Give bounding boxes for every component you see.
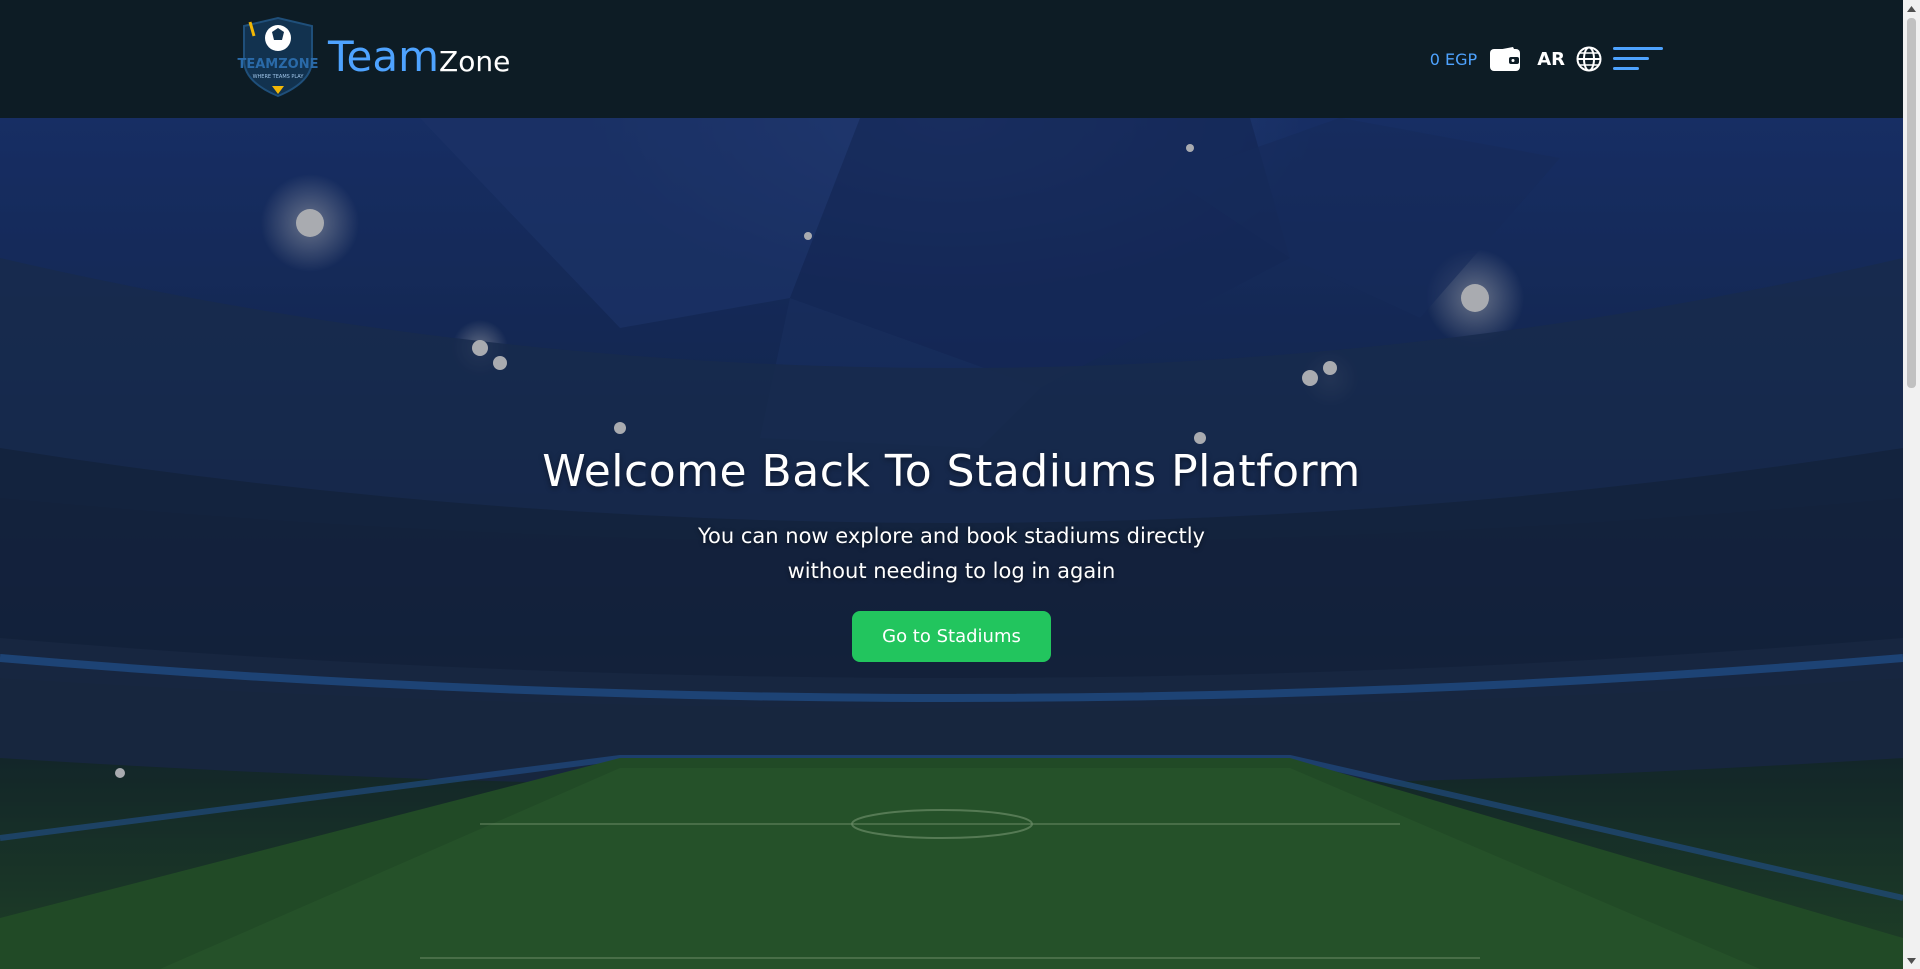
hero-subtitle-line-2: without needing to log in again <box>787 559 1116 583</box>
hero-content: Welcome Back To Stadiums Platform You ca… <box>0 446 1903 662</box>
nav-actions: 0 EGP AR <box>1430 40 1663 78</box>
hero-title: Welcome Back To Stadiums Platform <box>542 446 1361 497</box>
brand-zone: Zone <box>439 45 511 78</box>
wallet-balance[interactable]: 0 EGP <box>1430 50 1477 69</box>
navbar: TEAMZONE WHERE TEAMS PLAY Team Zone 0 EG… <box>0 0 1903 118</box>
hero-subtitle: You can now explore and book stadiums di… <box>0 519 1903 589</box>
go-to-stadiums-button[interactable]: Go to Stadiums <box>852 611 1051 662</box>
hero-subtitle-line-1: You can now explore and book stadiums di… <box>698 524 1205 548</box>
scroll-thumb[interactable] <box>1907 18 1916 388</box>
globe-icon[interactable] <box>1575 45 1603 73</box>
language-toggle[interactable]: AR <box>1537 49 1565 70</box>
brand-name: Team Zone <box>328 36 510 78</box>
menu-icon[interactable] <box>1613 44 1663 74</box>
logo-tagline: WHERE TEAMS PLAY <box>253 74 305 80</box>
logo-wordmark: TEAMZONE <box>238 57 319 72</box>
logo: TEAMZONE WHERE TEAMS PLAY <box>236 16 320 98</box>
wallet-icon[interactable] <box>1489 46 1521 72</box>
brand-team: Team <box>328 32 440 81</box>
scroll-down-arrow-icon[interactable] <box>1903 952 1920 969</box>
brand[interactable]: TEAMZONE WHERE TEAMS PLAY Team Zone <box>236 16 510 98</box>
page: TEAMZONE WHERE TEAMS PLAY Team Zone 0 EG… <box>0 0 1920 969</box>
hero: Welcome Back To Stadiums Platform You ca… <box>0 118 1903 969</box>
page-scrollbar[interactable] <box>1903 0 1920 969</box>
scroll-up-arrow-icon[interactable] <box>1903 0 1920 17</box>
